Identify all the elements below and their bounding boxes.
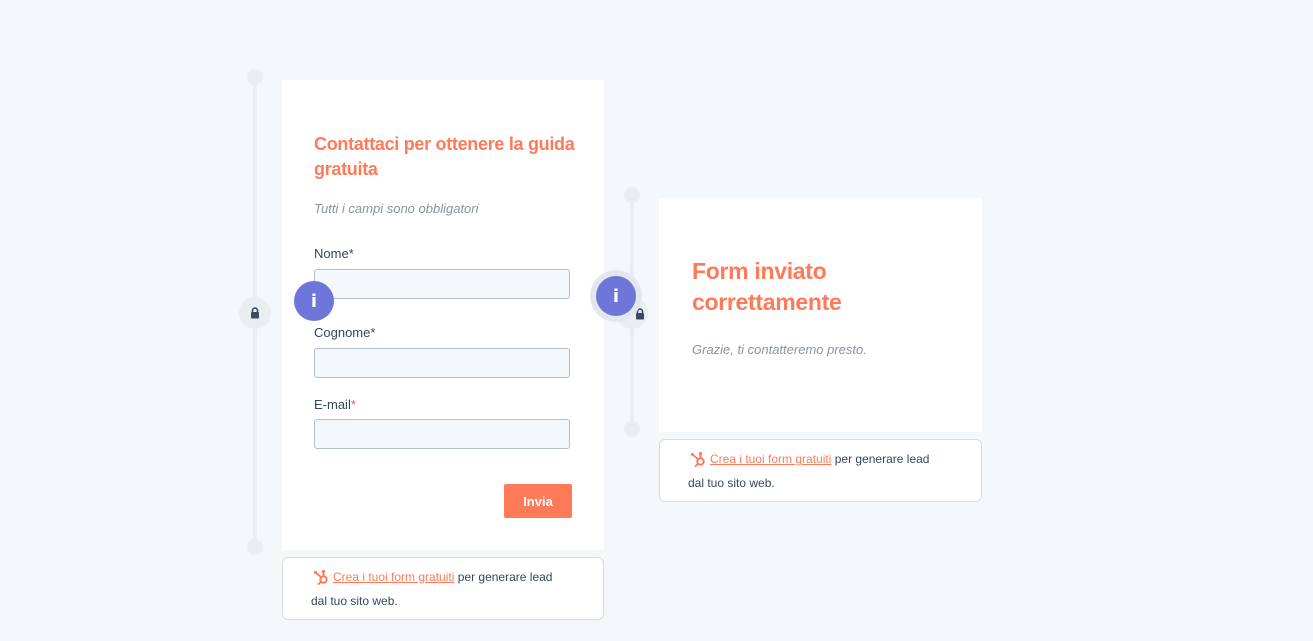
confirmation-title: Form inviato correttamente (692, 256, 952, 318)
footer-line1: Crea i tuoi form gratuiti per generare l… (283, 565, 603, 589)
email-required-mark: * (350, 397, 356, 412)
hubspot-sprocket-icon (690, 452, 705, 468)
create-forms-link[interactable]: Crea i tuoi form gratuiti (333, 570, 454, 584)
cognome-input[interactable] (314, 348, 570, 378)
email-label: E-mail* (314, 397, 356, 412)
email-input[interactable] (314, 419, 570, 449)
confirmation-title-line2: correttamente (692, 289, 842, 315)
timeline-dot-top-left (247, 69, 263, 85)
form-title: Contattaci per ottenere la guida gratuit… (314, 132, 584, 182)
lock-icon (636, 308, 644, 320)
cognome-required-mark: * (370, 325, 376, 340)
confirmation-message: Grazie, ti contatteremo presto. (692, 342, 867, 357)
create-forms-link[interactable]: Crea i tuoi form gratuiti (710, 452, 831, 466)
footer-line2: dal tuo sito web. (688, 476, 775, 490)
timeline-dot-bottom-left (247, 539, 263, 555)
lock-icon (251, 307, 259, 319)
footer-line1: Crea i tuoi form gratuiti per generare l… (660, 447, 981, 471)
required-note: Tutti i campi sono obbligatori (314, 201, 479, 216)
hubspot-footer-left: Crea i tuoi form gratuiti per generare l… (282, 557, 604, 620)
nome-required-mark: * (348, 246, 354, 261)
info-icon: i (612, 285, 620, 307)
contact-form-card: Contattaci per ottenere la guida gratuit… (282, 80, 604, 550)
info-badge-right[interactable]: i (596, 276, 636, 316)
info-badge-left[interactable]: i (294, 281, 334, 321)
email-label-text: E-mail (314, 397, 351, 412)
submit-button[interactable]: Invia (504, 484, 572, 518)
timeline-dot-bottom-right (624, 421, 640, 437)
hubspot-footer-right: Crea i tuoi form gratuiti per generare l… (659, 439, 982, 502)
footer-text-after-link: per generare lead (454, 570, 553, 584)
cognome-label: Cognome* (314, 325, 375, 340)
lock-badge-left (239, 297, 271, 329)
form-title-line1: Contattaci per ottenere la guida (314, 134, 575, 154)
confirmation-card: Form inviato correttamente Grazie, ti co… (659, 198, 982, 432)
confirmation-title-line1: Form inviato (692, 258, 827, 284)
form-title-line2: gratuita (314, 159, 378, 179)
hubspot-sprocket-icon (313, 570, 328, 586)
footer-text-after-link: per generare lead (831, 452, 930, 466)
cognome-label-text: Cognome (314, 325, 371, 340)
info-icon: i (310, 290, 318, 312)
nome-label: Nome* (314, 246, 354, 261)
footer-line2: dal tuo sito web. (311, 594, 398, 608)
nome-input[interactable] (314, 269, 570, 299)
timeline-dot-top-right (624, 187, 640, 203)
nome-label-text: Nome (314, 246, 349, 261)
